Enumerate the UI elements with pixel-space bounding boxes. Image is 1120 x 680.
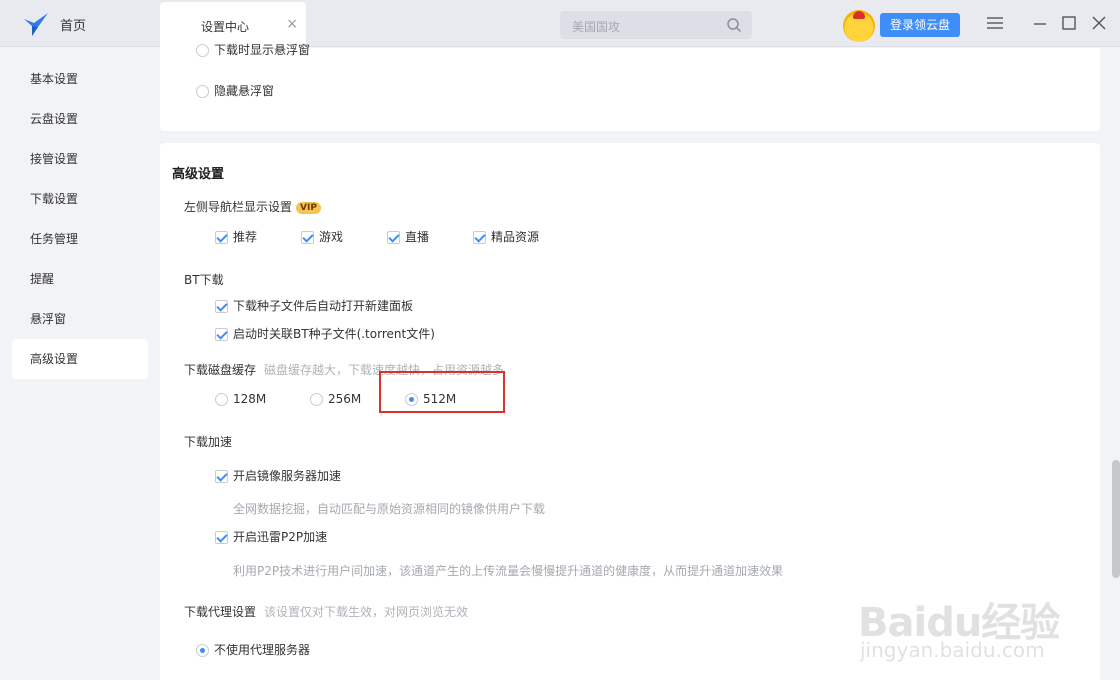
option-label: 推荐 (233, 230, 258, 244)
checkbox[interactable] (215, 531, 228, 544)
sidebar-item-basic[interactable]: 基本设置 (12, 59, 148, 99)
checkbox[interactable] (215, 328, 228, 341)
radio-button[interactable] (310, 393, 323, 406)
option-label: 开启迅雷P2P加速 (233, 530, 328, 544)
radio-button[interactable] (196, 44, 209, 57)
menu-icon[interactable] (986, 14, 1004, 32)
option-label: 游戏 (319, 230, 344, 244)
checkbox[interactable] (215, 231, 228, 244)
minimize-icon[interactable] (1031, 14, 1049, 32)
option-label: 直播 (405, 230, 430, 244)
xunlei-logo-icon[interactable] (22, 11, 50, 37)
radio-button[interactable] (196, 85, 209, 98)
radio-button[interactable] (215, 393, 228, 406)
sidebar-item-takeover[interactable]: 接管设置 (12, 139, 148, 179)
sidebar-item-tasks[interactable]: 任务管理 (12, 219, 148, 259)
option-label: 256M (328, 392, 362, 406)
floating-window-card: 下载时显示悬浮窗 隐藏悬浮窗 (160, 43, 1100, 131)
option-label: 不使用代理服务器 (214, 643, 311, 657)
checkbox[interactable] (215, 470, 228, 483)
maximize-icon[interactable] (1060, 14, 1078, 32)
sidebar-item-reminder[interactable]: 提醒 (12, 259, 148, 299)
option-label: 下载时显示悬浮窗 (214, 43, 311, 57)
home-tab[interactable]: 首页 (60, 15, 86, 34)
search-icon[interactable] (726, 17, 742, 33)
sidebar-item-download[interactable]: 下载设置 (12, 179, 148, 219)
search-input[interactable]: 美国国攻 (560, 11, 752, 39)
option-label: 128M (233, 392, 267, 406)
option-label: 精品资源 (491, 230, 540, 244)
search-placeholder: 美国国攻 (572, 20, 621, 34)
download-accel-label: 下载加速 (184, 435, 233, 449)
sidebar-item-advanced[interactable]: 高级设置 (12, 339, 148, 379)
close-icon[interactable]: × (286, 16, 298, 32)
title-bar: 首页 设置中心 × 美国国攻 登录领云盘 (0, 0, 1120, 48)
option-label: 启动时关联BT种子文件(.torrent文件) (233, 327, 435, 341)
nav-label: 左侧导航栏显示设置 (184, 200, 293, 214)
avatar[interactable] (843, 10, 875, 42)
scrollbar[interactable] (1112, 460, 1120, 578)
proxy-setting: 下载代理设置 该设置仅对下载生效，对网页浏览无效 (184, 603, 468, 620)
login-cloud-button[interactable]: 登录领云盘 (880, 13, 960, 37)
checkbox[interactable] (301, 231, 314, 244)
mirror-accel-desc: 全网数据挖掘，自动匹配与原始资源相同的镜像供用户下载 (233, 502, 546, 516)
tab-title: 设置中心 (201, 20, 250, 34)
option-label: 下载种子文件后自动打开新建面板 (233, 299, 414, 313)
vip-badge: VIP (296, 202, 321, 214)
highlight-annotation (379, 371, 505, 413)
proxy-hint: 该设置仅对下载生效，对网页浏览无效 (264, 605, 469, 619)
cache-label: 下载磁盘缓存 (184, 363, 257, 377)
checkbox[interactable] (387, 231, 400, 244)
checkbox[interactable] (473, 231, 486, 244)
sidebar-item-cloud[interactable]: 云盘设置 (12, 99, 148, 139)
option-label: 开启镜像服务器加速 (233, 469, 342, 483)
section-title: 高级设置 (172, 167, 225, 182)
advanced-settings-card: 高级设置 左侧导航栏显示设置 VIP 推荐 游戏 直播 精品资源 BT下载 下载种… (160, 143, 1100, 680)
close-window-icon[interactable] (1090, 14, 1108, 32)
settings-sidebar: 基本设置 云盘设置 接管设置 下载设置 任务管理 提醒 悬浮窗 高级设置 (0, 48, 160, 680)
bt-download-label: BT下载 (184, 273, 224, 287)
p2p-accel-desc: 利用P2P技术进行用户间加速，该通道产生的上传流量会慢慢提升通道的健康度，从而提… (233, 564, 784, 578)
option-label: 隐藏悬浮窗 (214, 84, 275, 98)
proxy-label: 下载代理设置 (184, 605, 257, 619)
sidebar-item-floating[interactable]: 悬浮窗 (12, 299, 148, 339)
radio-button[interactable] (196, 644, 209, 657)
checkbox[interactable] (215, 300, 228, 313)
nav-display-setting: 左侧导航栏显示设置 VIP (184, 198, 321, 215)
